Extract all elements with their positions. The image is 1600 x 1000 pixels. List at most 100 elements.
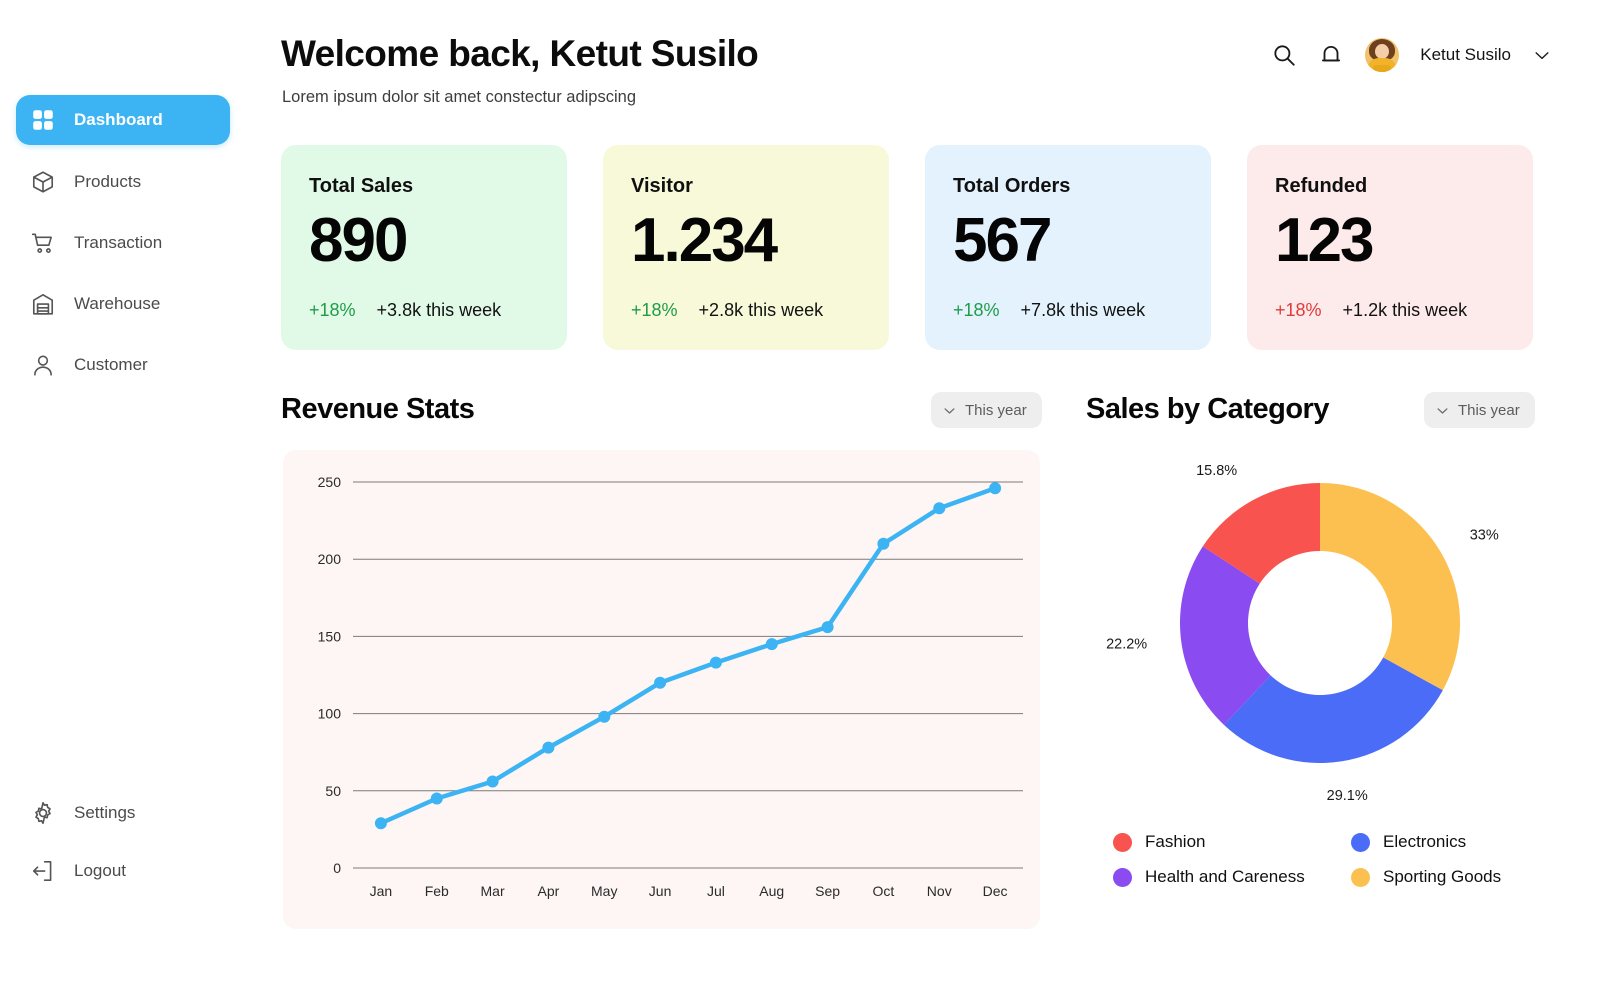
logout-icon: [30, 858, 56, 884]
stat-footer: +18% +7.8k this week: [953, 300, 1145, 321]
svg-text:Jul: Jul: [707, 883, 725, 899]
svg-text:200: 200: [318, 551, 342, 567]
svg-text:50: 50: [325, 783, 341, 799]
sidebar-item-label: Logout: [74, 861, 126, 880]
stat-delta: +18%: [1275, 300, 1322, 320]
svg-text:Jun: Jun: [649, 883, 672, 899]
page-subtitle: Lorem ipsum dolor sit amet constectur ad…: [282, 88, 636, 106]
svg-text:22.2%: 22.2%: [1106, 636, 1147, 652]
stat-note: +3.8k this week: [376, 300, 502, 320]
grid-icon: [30, 107, 56, 133]
sidebar-item-customer[interactable]: Customer: [16, 340, 230, 390]
legend-item[interactable]: Health and Careness: [1113, 867, 1351, 887]
category-legend: Fashion Electronics Health and Careness …: [1113, 832, 1543, 887]
svg-text:Nov: Nov: [927, 883, 952, 899]
gear-icon: [30, 800, 56, 826]
sidebar-item-settings[interactable]: Settings: [16, 788, 230, 838]
legend-label: Sporting Goods: [1383, 867, 1502, 886]
page-title: Welcome back, Ketut Susilo: [281, 33, 759, 74]
svg-text:29.1%: 29.1%: [1327, 788, 1368, 804]
revenue-stats-title: Revenue Stats: [281, 393, 475, 425]
sidebar-item-label: Warehouse: [74, 294, 161, 313]
stat-footer: +18% +3.8k this week: [309, 300, 501, 321]
svg-text:May: May: [591, 883, 617, 899]
svg-text:Aug: Aug: [759, 883, 784, 899]
svg-text:Sep: Sep: [815, 883, 840, 899]
cart-icon: [30, 230, 56, 256]
sidebar-item-label: Customer: [74, 355, 148, 374]
legend-label: Fashion: [1145, 832, 1206, 851]
stat-footer: +18% +1.2k this week: [1275, 300, 1467, 321]
dashboard-page: Dashboard Products Transaction Warehouse: [0, 0, 1600, 1000]
svg-text:Oct: Oct: [873, 883, 895, 899]
category-year-filter[interactable]: This year: [1424, 392, 1535, 428]
stat-card-total-sales: Total Sales 890 +18% +3.8k this week: [281, 145, 567, 350]
stat-footer: +18% +2.8k this week: [631, 300, 823, 321]
bell-icon[interactable]: [1318, 42, 1344, 68]
warehouse-icon: [30, 291, 56, 317]
stat-label: Total Orders: [953, 175, 1071, 197]
stat-value: 1.234: [631, 206, 778, 275]
category-year-filter-label: This year: [1458, 401, 1520, 419]
search-icon[interactable]: [1271, 42, 1297, 68]
stat-label: Total Sales: [309, 175, 414, 197]
box-icon: [30, 169, 56, 195]
sidebar-item-logout[interactable]: Logout: [16, 846, 230, 896]
legend-item[interactable]: Sporting Goods: [1351, 867, 1543, 887]
sidebar-item-transaction[interactable]: Transaction: [16, 218, 230, 268]
legend-color-dot: [1351, 832, 1370, 852]
stat-delta: +18%: [631, 300, 678, 320]
stat-delta: +18%: [309, 300, 356, 320]
legend-label: Electronics: [1383, 832, 1467, 851]
sidebar-item-label: Transaction: [74, 233, 163, 252]
avatar[interactable]: [1365, 38, 1400, 72]
revenue-year-filter-label: This year: [965, 401, 1027, 419]
revenue-line-chart: 0 50 100 150 200 250 Jan Feb Mar Apr May Jun Jul Aug S…: [318, 474, 1023, 899]
stat-card-refunded: Refunded 123 +18% +1.2k this week: [1247, 145, 1533, 350]
revenue-chart-panel: 0 50 100 150 200 250 Jan Feb Mar Apr May Jun Jul Aug S…: [283, 450, 1040, 929]
stat-note: +2.8k this week: [698, 300, 824, 320]
sales-by-category-chart: 33% 29.1% 22.2% 15.8%: [1090, 455, 1550, 835]
svg-text:33%: 33%: [1470, 527, 1499, 543]
sidebar-item-products[interactable]: Products: [16, 157, 230, 207]
svg-text:0: 0: [333, 860, 341, 876]
stat-value: 567: [953, 206, 1052, 275]
svg-text:Jan: Jan: [370, 883, 393, 899]
sidebar-item-label: Products: [74, 172, 142, 191]
sidebar-item-label: Settings: [74, 803, 136, 822]
sidebar-item-dashboard[interactable]: Dashboard: [16, 95, 230, 145]
svg-text:Apr: Apr: [538, 883, 560, 899]
user-name: Ketut Susilo: [1420, 45, 1511, 64]
legend-color-dot: [1113, 832, 1132, 852]
category-donut: 33% 29.1% 22.2% 15.8%: [1106, 463, 1499, 804]
sidebar-item-warehouse[interactable]: Warehouse: [16, 279, 230, 329]
legend-item[interactable]: Fashion: [1113, 832, 1351, 852]
chevron-down-icon[interactable]: [1532, 45, 1552, 65]
svg-text:15.8%: 15.8%: [1196, 463, 1237, 479]
revenue-year-filter[interactable]: This year: [931, 392, 1042, 428]
legend-item[interactable]: Electronics: [1351, 832, 1543, 852]
svg-text:250: 250: [318, 474, 342, 490]
stat-label: Visitor: [631, 175, 693, 197]
stat-value: 123: [1275, 206, 1374, 275]
chevron-down-icon: [942, 403, 957, 418]
svg-text:100: 100: [318, 706, 342, 722]
header-actions: Ketut Susilo: [1271, 38, 1552, 72]
svg-text:Feb: Feb: [425, 883, 449, 899]
stat-card-total-orders: Total Orders 567 +18% +7.8k this week: [925, 145, 1211, 350]
stat-label: Refunded: [1275, 175, 1368, 197]
legend-color-dot: [1351, 867, 1370, 887]
svg-text:150: 150: [318, 628, 342, 644]
stat-note: +1.2k this week: [1342, 300, 1468, 320]
legend-color-dot: [1113, 867, 1132, 887]
user-icon: [30, 352, 56, 378]
chevron-down-icon: [1435, 403, 1450, 418]
stat-note: +7.8k this week: [1020, 300, 1146, 320]
sidebar: Dashboard Products Transaction Warehouse: [0, 0, 262, 1000]
sidebar-item-label: Dashboard: [74, 110, 163, 129]
sales-by-category-title: Sales by Category: [1086, 393, 1329, 425]
svg-text:Mar: Mar: [481, 883, 505, 899]
stat-value: 890: [309, 206, 408, 275]
stat-card-visitor: Visitor 1.234 +18% +2.8k this week: [603, 145, 889, 350]
svg-text:Dec: Dec: [983, 883, 1008, 899]
